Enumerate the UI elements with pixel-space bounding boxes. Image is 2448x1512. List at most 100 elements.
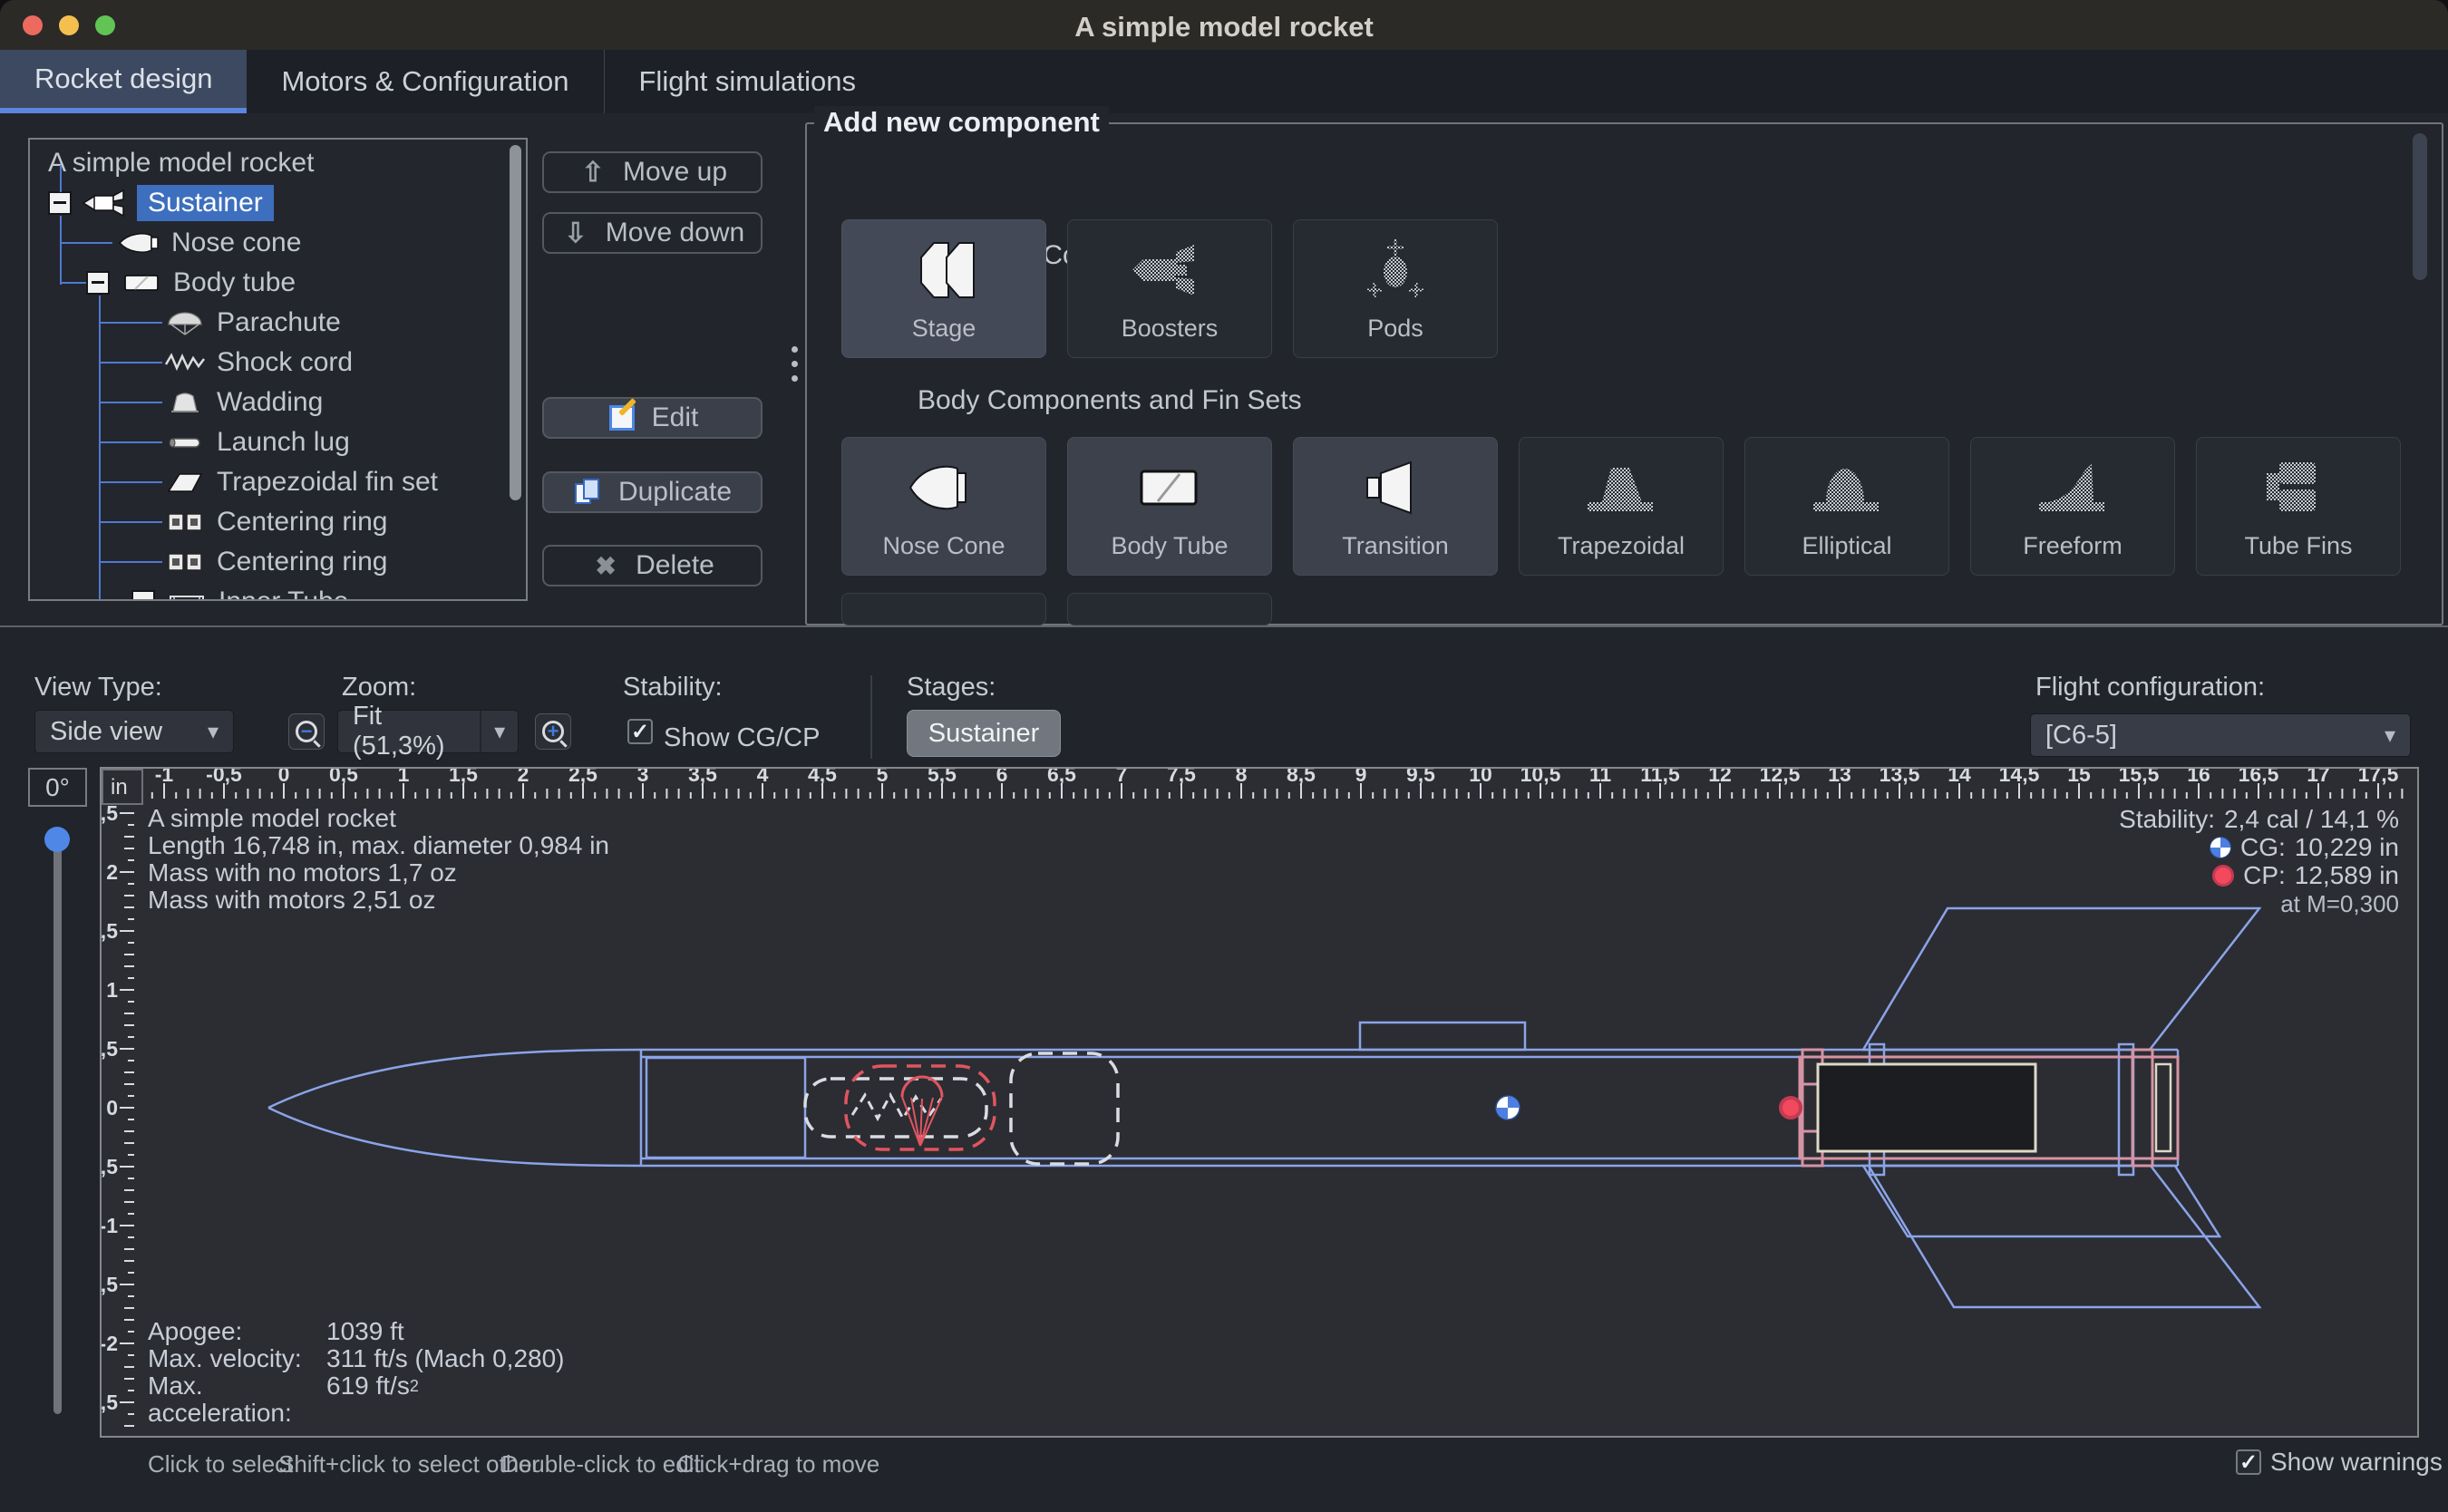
card-label: Freeform: [2023, 532, 2123, 560]
tree-item-centering-ring[interactable]: Centering ring: [162, 502, 526, 542]
tree-connector-line: [99, 521, 162, 523]
duplicate-button[interactable]: Duplicate: [542, 471, 763, 513]
svg-text:7,5: 7,5: [1167, 769, 1196, 786]
svg-text:in: in: [111, 775, 128, 800]
tab-flight-simulations[interactable]: Flight simulations: [604, 50, 890, 113]
svg-text:1,5: 1,5: [449, 769, 478, 786]
tree-item-nose-cone[interactable]: Nose cone: [117, 223, 526, 263]
move-down-button[interactable]: ⇩ Move down: [542, 212, 763, 254]
chevron-down-icon: ▾: [480, 711, 518, 752]
centering-ring-icon: [162, 548, 208, 577]
svg-text:8: 8: [1236, 769, 1248, 786]
svg-text:4: 4: [757, 769, 769, 786]
tree-item-centering-ring[interactable]: Centering ring: [162, 542, 526, 582]
add-stage-card[interactable]: Stage: [841, 219, 1046, 358]
tab-motors-configuration[interactable]: Motors & Configuration: [247, 50, 603, 113]
svg-text:4,5: 4,5: [808, 769, 837, 786]
edit-label: Edit: [652, 402, 699, 433]
centering-ring-icon: [162, 508, 208, 537]
zoom-out-icon: −: [296, 721, 317, 742]
status-hint: Click to select: [148, 1450, 293, 1478]
svg-text:14,5: 14,5: [1999, 769, 2040, 786]
card-label: Boosters: [1122, 315, 1219, 343]
status-hint: Double-click to edit: [501, 1450, 701, 1478]
card-label: Body Tube: [1111, 532, 1228, 560]
tube-fins-icon: [2258, 447, 2339, 530]
card-label: Pods: [1367, 315, 1423, 343]
rotation-value: 0°: [45, 773, 70, 802]
move-up-label: Move up: [623, 157, 727, 188]
zoom-in-button[interactable]: +: [535, 713, 571, 750]
zoom-label: Zoom:: [342, 673, 416, 703]
view-type-label: View Type:: [34, 673, 162, 703]
zoom-out-button[interactable]: −: [288, 713, 325, 750]
tree-expander-icon[interactable]: [48, 191, 72, 215]
move-up-button[interactable]: ⇧ Move up: [542, 151, 763, 193]
tree-connector-line: [99, 561, 162, 563]
add-nose-cone-card[interactable]: Nose Cone: [841, 437, 1046, 576]
flight-info-label: Apogee:: [148, 1318, 326, 1345]
tree-item-sustainer[interactable]: Sustainer: [48, 183, 526, 223]
zoom-level-select[interactable]: Fit (51,3%) ▾: [337, 710, 519, 753]
svg-text:11: 11: [1589, 769, 1612, 786]
flight-config-select[interactable]: [C6-5] ▾: [2030, 713, 2411, 757]
main-tab-bar: Rocket designMotors & ConfigurationFligh…: [0, 50, 2448, 113]
svg-text:-0,5: -0,5: [206, 769, 242, 786]
svg-text:13,5: 13,5: [1880, 769, 1920, 786]
tree-connector-line: [99, 322, 162, 324]
svg-text:0: 0: [278, 769, 290, 786]
tree-item-body-tube[interactable]: Body tube: [86, 263, 526, 303]
stage-toggle-button[interactable]: Sustainer: [907, 710, 1061, 757]
nose-cone-card-icon: [903, 447, 985, 530]
stage-icon: [903, 229, 985, 313]
add-elliptical-card: Elliptical: [1744, 437, 1949, 576]
move-down-label: Move down: [606, 218, 744, 248]
tab-rocket-design[interactable]: Rocket design: [0, 50, 247, 113]
tree-item-a-simple-model-rocket[interactable]: A simple model rocket: [39, 143, 526, 183]
svg-text:12: 12: [1708, 769, 1732, 786]
inner-tube-icon: [164, 587, 209, 601]
tree-item-label: Centering ring: [217, 547, 387, 577]
svg-text:3: 3: [637, 769, 649, 786]
edit-button[interactable]: Edit: [542, 397, 763, 439]
svg-text:2: 2: [106, 860, 118, 884]
delete-button[interactable]: ✖ Delete: [542, 545, 763, 586]
svg-text:0,5: 0,5: [102, 1037, 118, 1061]
card-label: Transition: [1342, 532, 1449, 560]
add-component-panel: Add new component Assembly ComponentsSta…: [805, 122, 2443, 625]
rotation-slider[interactable]: [53, 834, 62, 1414]
show-cgcp-checkbox[interactable]: ✓: [627, 719, 653, 744]
add-transition-card[interactable]: Transition: [1293, 437, 1498, 576]
tree-item-trapezoidal-fin-set[interactable]: Trapezoidal fin set: [162, 462, 526, 502]
cg-icon: [2210, 837, 2231, 858]
tree-connector-line: [99, 296, 101, 601]
stability-row: Stability: 2,4 cal / 14,1 %: [2119, 805, 2399, 833]
rocket-canvas[interactable]: -1-0,500,511,522,533,544,555,566,577,588…: [100, 767, 2419, 1438]
svg-text:1,5: 1,5: [102, 919, 118, 943]
tree-item-launch-lug[interactable]: Launch lug: [162, 422, 526, 462]
delete-label: Delete: [636, 550, 714, 581]
flight-info-label: Max. velocity:: [148, 1345, 326, 1372]
tree-expander-icon[interactable]: [131, 590, 155, 601]
tree-item-wadding[interactable]: Wadding: [162, 383, 526, 422]
status-bar: Click to selectShift+click to select oth…: [0, 1438, 2448, 1512]
rotation-slider-knob[interactable]: [44, 827, 70, 852]
tree-expander-icon[interactable]: [86, 271, 110, 295]
cg-row: CG: 10,229 in: [2119, 833, 2399, 861]
view-type-value: Side view: [50, 717, 162, 747]
tree-item-label: Parachute: [217, 307, 341, 338]
show-warnings-checkbox[interactable]: ✓: [2236, 1449, 2261, 1475]
show-cgcp-label: Show CG/CP: [664, 723, 820, 753]
tree-item-inner-tube[interactable]: Inner Tube: [131, 582, 526, 601]
body-tube-card-icon: [1129, 447, 1210, 530]
tree-item-parachute[interactable]: Parachute: [162, 303, 526, 343]
panel-splitter-handle[interactable]: [792, 346, 798, 382]
flight-info-value: 1039 ft: [326, 1318, 404, 1345]
view-type-select[interactable]: Side view ▾: [34, 710, 234, 753]
tree-item-shock-cord[interactable]: Shock cord: [162, 343, 526, 383]
svg-text:9,5: 9,5: [1406, 769, 1435, 786]
rotation-angle-box[interactable]: 0°: [28, 768, 87, 807]
component-panel-scrollbar[interactable]: [2413, 131, 2427, 615]
tree-scrollbar[interactable]: [510, 145, 521, 500]
add-body-tube-card[interactable]: Body Tube: [1067, 437, 1272, 576]
